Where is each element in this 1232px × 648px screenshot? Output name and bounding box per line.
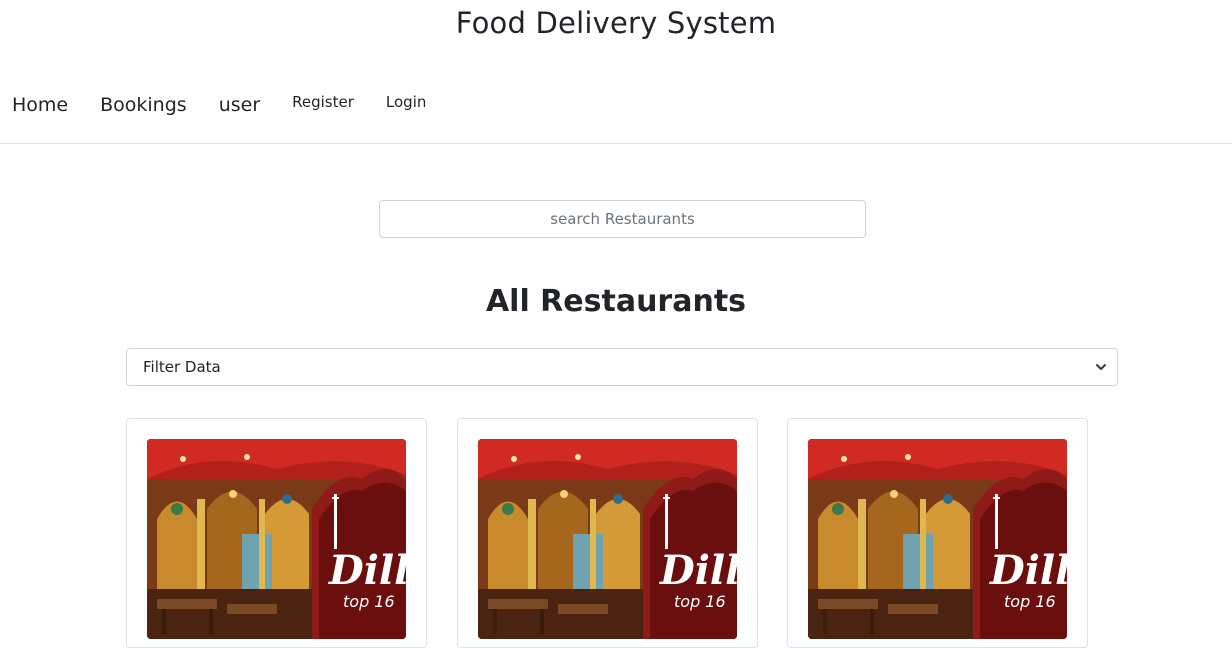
chevron-down-icon (1096, 364, 1106, 370)
restaurant-image (478, 439, 737, 639)
nav-home-link[interactable]: Home (12, 94, 68, 116)
nav-user-link[interactable]: user (219, 94, 260, 116)
site-title: Food Delivery System (455, 6, 777, 40)
filter-data-select[interactable]: Filter Data (126, 348, 1118, 386)
restaurant-card[interactable] (457, 418, 758, 648)
restaurant-image (147, 439, 406, 639)
restaurant-image (808, 439, 1067, 639)
restaurant-card[interactable] (126, 418, 427, 648)
nav-bookings-link[interactable]: Bookings (100, 94, 187, 116)
all-restaurants-heading: All Restaurants (485, 284, 747, 319)
restaurant-card[interactable] (787, 418, 1088, 648)
nav-login-link[interactable]: Login (386, 93, 426, 111)
nav-register-link[interactable]: Register (292, 93, 354, 111)
header-divider (0, 143, 1232, 144)
main-nav: Home Bookings user Register Login (12, 88, 426, 122)
search-restaurants-input[interactable] (379, 200, 866, 238)
filter-selected-value: Filter Data (143, 358, 221, 376)
